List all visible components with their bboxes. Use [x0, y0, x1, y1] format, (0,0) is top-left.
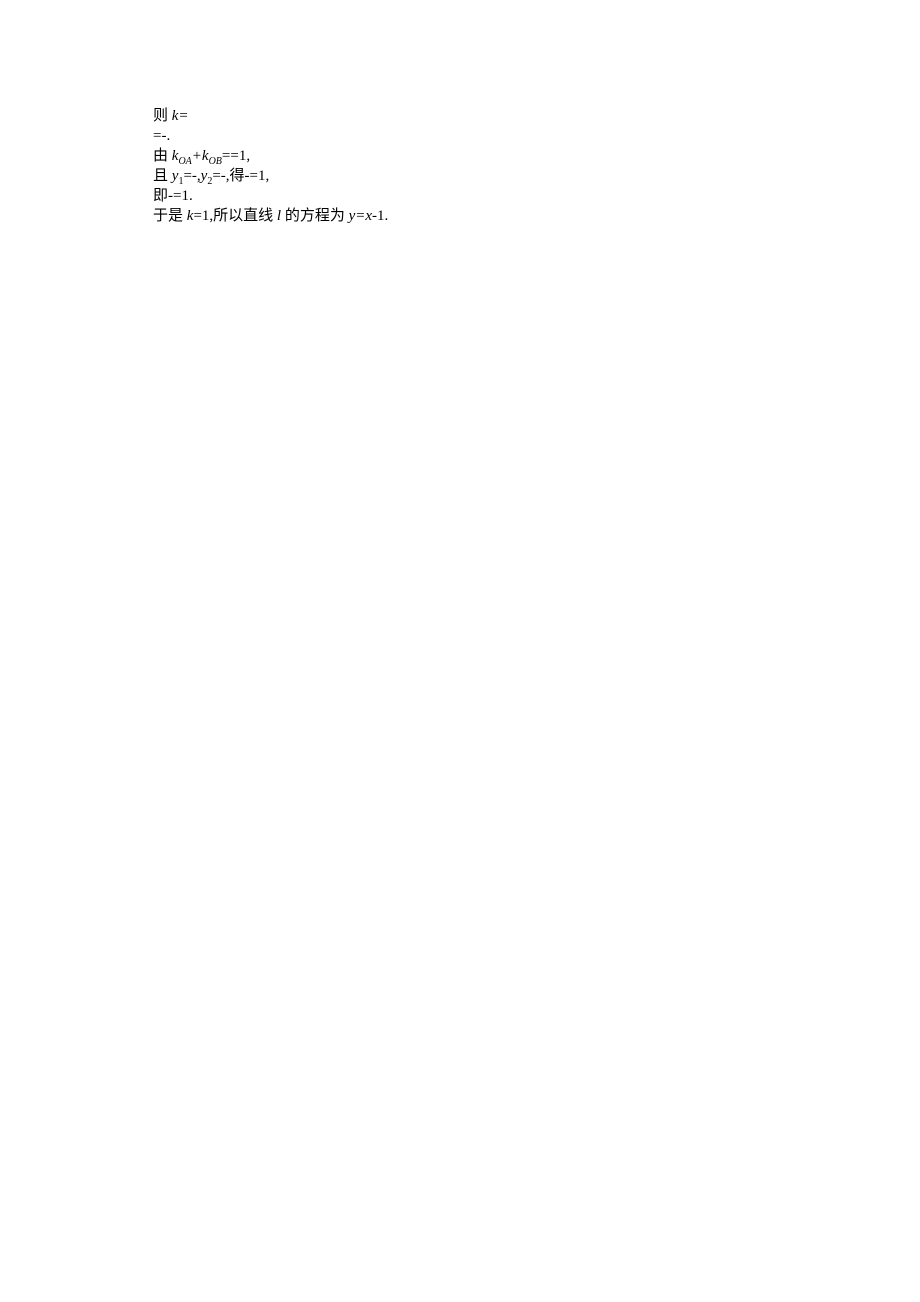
text-line: 即-=1.	[153, 186, 773, 206]
text-segment: 由	[153, 148, 172, 164]
text-line: 于是 k=1,所以直线 l 的方程为 y=x-1.	[153, 206, 773, 226]
text-line: 由 kOA+kOB==1,	[153, 146, 773, 166]
text-segment: k=	[172, 108, 189, 124]
text-segment: ,得-=1,	[226, 168, 269, 184]
text-segment: =-	[183, 168, 196, 184]
text-segment: 且	[153, 168, 172, 184]
document-page: 则 k==-.由 kOA+kOB==1,且 y1=-,y2=-,得-=1,即-=…	[0, 0, 773, 226]
text-segment: 的方程为	[281, 208, 349, 224]
text-segment: k	[202, 148, 209, 164]
text-segment: 即-=1.	[153, 188, 193, 204]
text-line: =-.	[153, 126, 773, 146]
text-segment: =-	[212, 168, 225, 184]
text-segment: =1,所以直线	[193, 208, 276, 224]
text-segment: -1.	[372, 208, 388, 224]
text-line: 且 y1=-,y2=-,得-=1,	[153, 166, 773, 186]
text-segment: +	[192, 148, 202, 164]
text-segment: ==	[222, 148, 239, 164]
text-segment: 1,	[239, 148, 250, 164]
text-segment: 于是	[153, 208, 187, 224]
text-segment: y=x	[349, 208, 372, 224]
text-content: 则 k==-.由 kOA+kOB==1,且 y1=-,y2=-,得-=1,即-=…	[153, 106, 773, 226]
text-line: 则 k=	[153, 106, 773, 126]
text-segment: =-.	[153, 128, 170, 144]
text-segment: 则	[153, 108, 172, 124]
